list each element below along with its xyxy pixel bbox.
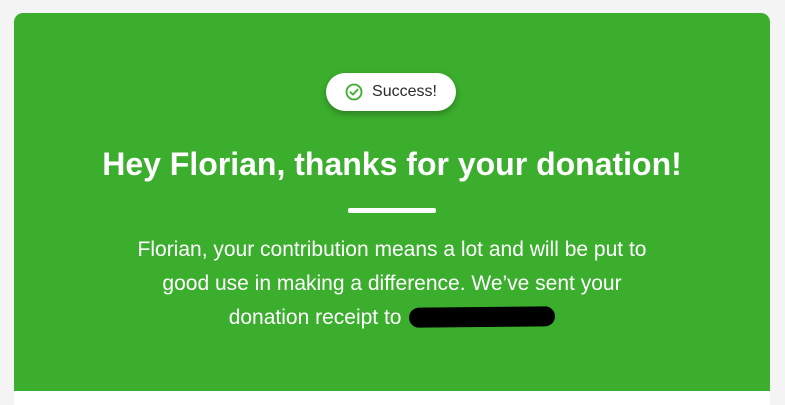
confirmation-message: Florian, your contribution means a lot a… <box>124 233 660 335</box>
success-banner: Success! Hey Florian, thanks for your do… <box>14 13 770 391</box>
success-badge-label: Success! <box>372 83 437 100</box>
check-circle-icon <box>345 83 363 101</box>
confirmation-message-text: Florian, your contribution means a lot a… <box>137 238 647 329</box>
donation-confirmation-card: Success! Hey Florian, thanks for your do… <box>14 13 770 405</box>
title-divider <box>348 208 436 213</box>
page-title: Hey Florian, thanks for your donation! <box>102 146 682 182</box>
success-badge: Success! <box>326 73 456 111</box>
redacted-email <box>409 306 556 328</box>
